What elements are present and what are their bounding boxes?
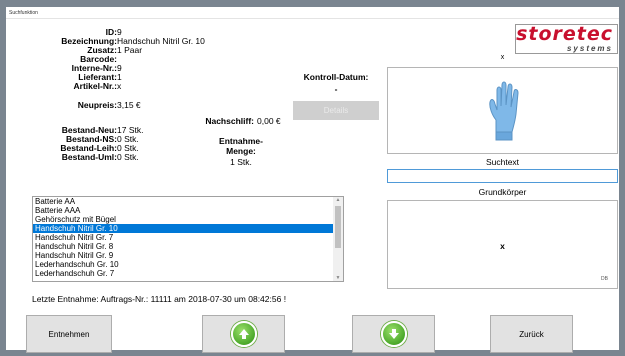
- up-button[interactable]: [202, 315, 285, 353]
- search-label: Suchtext: [485, 157, 520, 167]
- zurueck-button[interactable]: Zurück: [490, 315, 573, 353]
- entnahme-menge-label-line2: Menge:: [226, 146, 256, 156]
- search-input[interactable]: [387, 169, 618, 183]
- list-item[interactable]: Batterie AA: [33, 197, 333, 206]
- entnehmen-button[interactable]: Entnehmen: [26, 315, 112, 353]
- neupreis-value: 3,15 €: [117, 100, 141, 110]
- grundkoerper-value: x: [500, 241, 505, 251]
- entnahme-menge-label-line1: Entnahme-: [219, 136, 263, 146]
- list-item[interactable]: Gehörschutz mit Bügel: [33, 215, 333, 224]
- artikel-nr-value: x: [117, 81, 122, 91]
- kontroll-datum-value: -: [334, 84, 338, 94]
- grundkoerper-label: Grundkörper: [478, 187, 527, 197]
- list-item[interactable]: Handschuh Nitril Gr. 8: [33, 242, 333, 251]
- arrow-down-icon: [380, 321, 407, 347]
- bestand-uml-label: Bestand-Uml:: [61, 152, 117, 162]
- logo-main-text: storetec: [516, 23, 613, 45]
- image-caption: x: [500, 54, 505, 61]
- kontroll-datum-label: Kontroll-Datum:: [303, 72, 369, 82]
- article-image-panel: [387, 67, 618, 154]
- list-item[interactable]: Lederhandschuh Gr. 10: [33, 260, 333, 269]
- entnahme-menge-value: 1 Stk.: [230, 157, 252, 167]
- scroll-up-icon[interactable]: ▲: [333, 197, 343, 203]
- grundkoerper-panel: x: [387, 200, 618, 289]
- list-item[interactable]: Batterie AAA: [33, 206, 333, 215]
- article-list-items: Batterie AA Batterie AAA Gehörschutz mit B…: [33, 197, 333, 278]
- storetec-logo: storetec systems: [515, 23, 618, 54]
- entnahme-menge-label: Entnahme- Menge:: [196, 136, 286, 156]
- list-item[interactable]: Handschuh Nitril Gr. 7: [33, 233, 333, 242]
- nachschliff-value: 0,00 €: [257, 116, 281, 126]
- scroll-down-icon[interactable]: ▼: [333, 275, 343, 281]
- list-item[interactable]: Handschuh Nitril Gr. 10: [33, 224, 333, 233]
- article-list[interactable]: Batterie AA Batterie AAA Gehörschutz mit B…: [32, 196, 344, 282]
- down-button[interactable]: [352, 315, 435, 353]
- list-scrollbar[interactable]: ▲ ▼: [333, 197, 343, 281]
- artikel-nr-label: Artikel-Nr.:: [73, 81, 117, 91]
- zusatz-value: 1 Paar: [117, 45, 143, 55]
- window-title: Suchfunktion: [6, 7, 619, 19]
- glove-icon: [489, 81, 519, 141]
- scroll-thumb[interactable]: [335, 206, 341, 248]
- list-item[interactable]: Lederhandschuh Gr. 7: [33, 269, 333, 278]
- arrow-up-icon: [230, 321, 257, 347]
- last-withdrawal-status: Letzte Entnahme: Auftrags-Nr.: 11111 am …: [32, 294, 287, 304]
- neupreis-label: Neupreis:: [77, 100, 117, 110]
- main-window: Suchfunktion ID: 9 Bezeichnung: Handschu…: [6, 7, 619, 353]
- details-button[interactable]: Details: [293, 101, 379, 120]
- bestand-uml-value: 0 Stk.: [117, 152, 139, 162]
- grundkoerper-tag: DB: [601, 276, 608, 282]
- nachschliff-label: Nachschliff:: [205, 116, 254, 126]
- list-item[interactable]: Handschuh Nitril Gr. 9: [33, 251, 333, 260]
- logo-sub-text: systems: [566, 44, 613, 53]
